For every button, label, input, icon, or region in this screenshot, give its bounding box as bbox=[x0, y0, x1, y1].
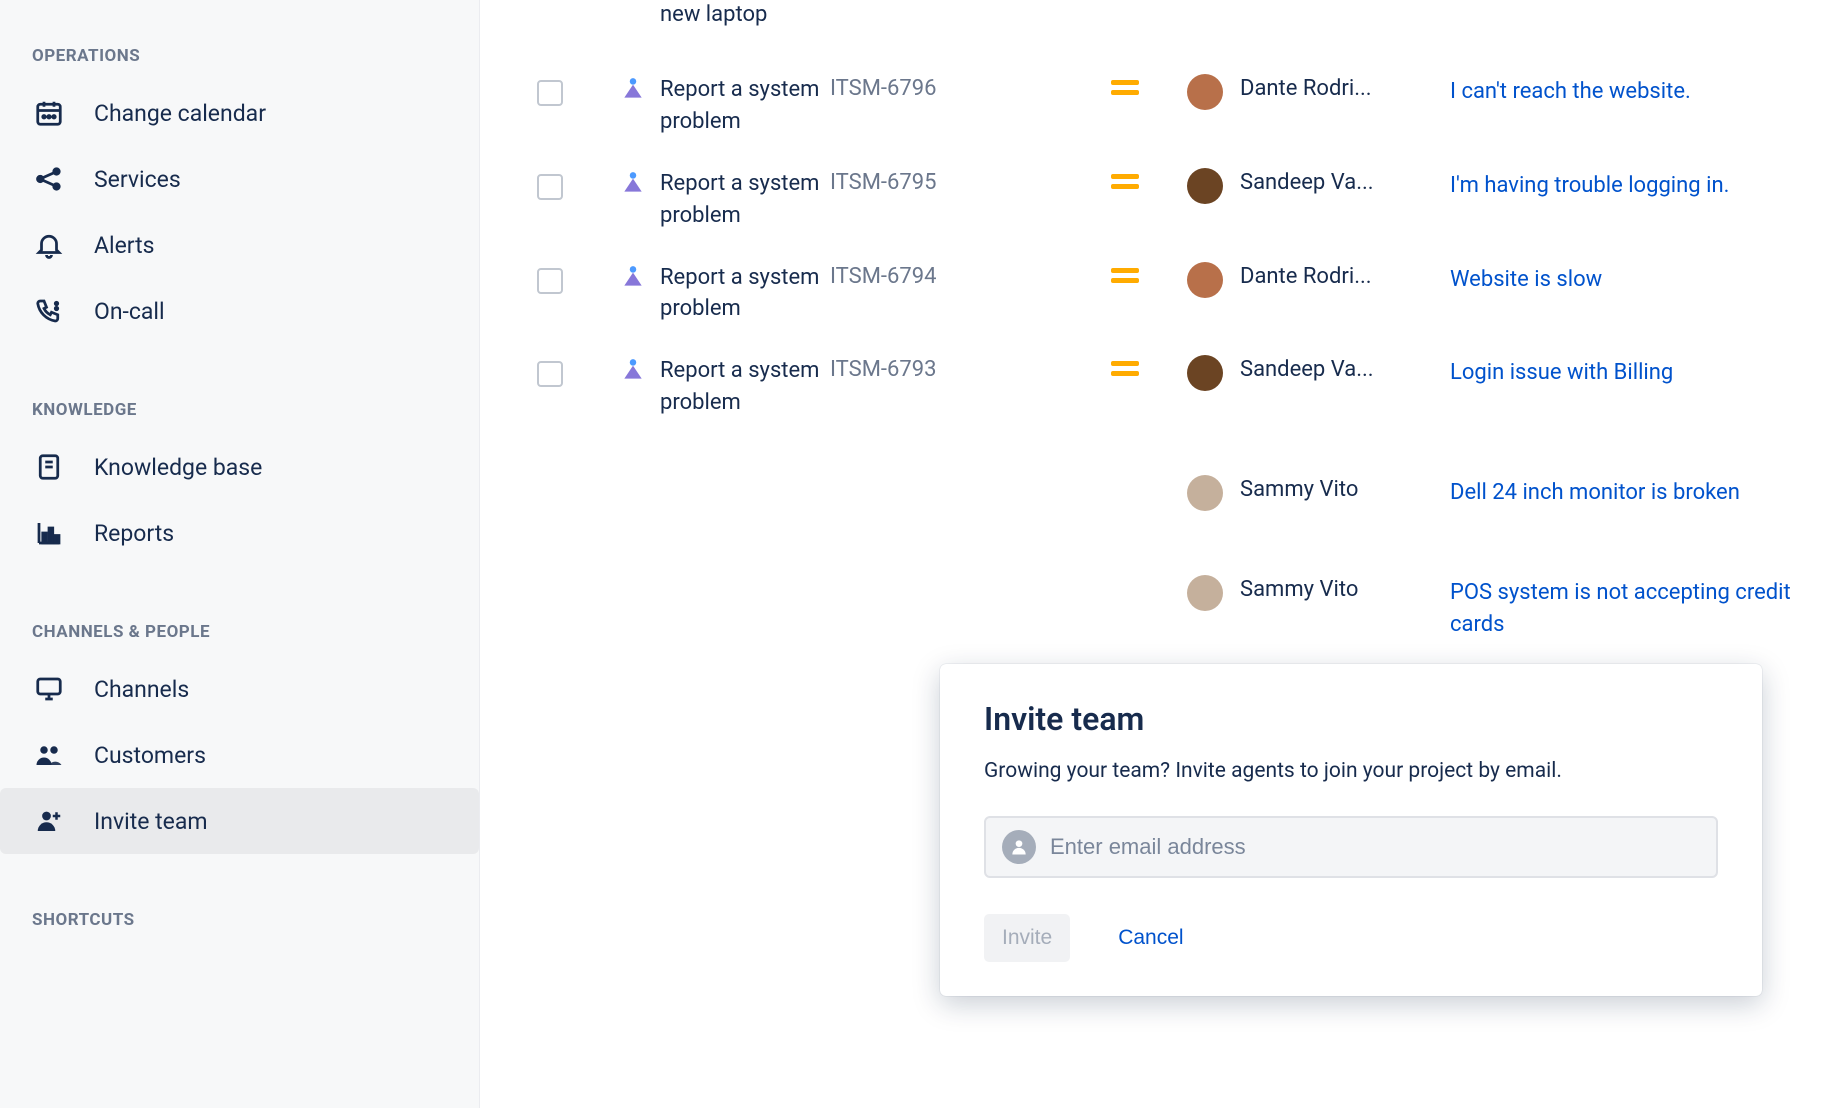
sidebar-item-label: Change calendar bbox=[94, 100, 266, 127]
sidebar-item-label: On-call bbox=[94, 298, 165, 325]
sidebar-item-customers[interactable]: Customers bbox=[0, 722, 479, 788]
book-icon bbox=[32, 450, 66, 484]
avatar bbox=[1187, 355, 1223, 391]
row-checkbox[interactable] bbox=[537, 361, 563, 387]
modal-title: Invite team bbox=[984, 700, 1718, 738]
main-content: new laptop Report a system problem ITSM-… bbox=[480, 0, 1844, 1108]
sidebar-item-services[interactable]: Services bbox=[0, 146, 479, 212]
avatar bbox=[1187, 168, 1223, 204]
table-row[interactable]: Sammy Vito POS system is not accepting c… bbox=[480, 527, 1844, 657]
sidebar-item-change-calendar[interactable]: Change calendar bbox=[0, 80, 479, 146]
request-type-label: Report a system problem bbox=[660, 74, 830, 138]
sidebar-item-label: Invite team bbox=[94, 808, 208, 835]
invite-button[interactable]: Invite bbox=[984, 914, 1070, 962]
reporter-name: Sandeep Va... bbox=[1240, 168, 1450, 195]
section-header-shortcuts: SHORTCUTS bbox=[0, 854, 479, 944]
reporter-name: Dante Rodri... bbox=[1240, 74, 1450, 101]
reporter-name: Sammy Vito bbox=[1240, 575, 1450, 602]
table-row[interactable]: Report a system problem ITSM-6794 Dante … bbox=[480, 248, 1844, 342]
issue-key[interactable]: ITSM-6795 bbox=[830, 168, 1080, 195]
email-input[interactable] bbox=[1050, 834, 1700, 860]
issue-summary-link[interactable]: POS system is not accepting credit cards bbox=[1450, 580, 1791, 637]
reporter-name: Dante Rodri... bbox=[1240, 262, 1450, 289]
reporter-name: Sammy Vito bbox=[1240, 475, 1450, 502]
cancel-button[interactable]: Cancel bbox=[1100, 914, 1201, 962]
avatar bbox=[1187, 262, 1223, 298]
email-input-container[interactable] bbox=[984, 816, 1718, 878]
request-type-icon bbox=[620, 170, 646, 196]
priority-medium-icon bbox=[1111, 172, 1139, 190]
person-plus-icon bbox=[32, 804, 66, 838]
issue-summary-link[interactable]: Dell 24 inch monitor is broken bbox=[1450, 480, 1740, 505]
issue-summary-link[interactable]: Website is slow bbox=[1450, 267, 1602, 292]
sidebar-item-channels[interactable]: Channels bbox=[0, 656, 479, 722]
request-type-label: Report a system problem bbox=[660, 355, 830, 419]
avatar bbox=[1187, 74, 1223, 110]
sidebar-item-invite-team[interactable]: Invite team bbox=[0, 788, 479, 854]
sidebar-item-on-call[interactable]: On-call bbox=[0, 278, 479, 344]
modal-description: Growing your team? Invite agents to join… bbox=[984, 756, 1718, 788]
table-row: new laptop bbox=[480, 0, 1844, 60]
priority-medium-icon bbox=[1111, 359, 1139, 377]
request-type-label: new laptop bbox=[660, 0, 767, 31]
invite-team-modal: Invite team Growing your team? Invite ag… bbox=[940, 664, 1762, 996]
sidebar-item-alerts[interactable]: Alerts bbox=[0, 212, 479, 278]
people-icon bbox=[32, 738, 66, 772]
bar-chart-icon bbox=[32, 516, 66, 550]
request-type-label: Report a system problem bbox=[660, 168, 830, 232]
table-row[interactable]: Sammy Vito Dell 24 inch monitor is broke… bbox=[480, 435, 1844, 527]
avatar bbox=[1187, 475, 1223, 511]
priority-medium-icon bbox=[1111, 78, 1139, 96]
section-header-channels-people: CHANNELS & PEOPLE bbox=[0, 566, 479, 656]
sidebar-item-reports[interactable]: Reports bbox=[0, 500, 479, 566]
sidebar-item-label: Alerts bbox=[94, 232, 155, 259]
issue-key[interactable]: ITSM-6796 bbox=[830, 74, 1080, 101]
table-row[interactable]: Report a system problem ITSM-6793 Sandee… bbox=[480, 341, 1844, 435]
reporter-name: Sandeep Va... bbox=[1240, 355, 1450, 382]
sidebar: OPERATIONS Change calendar Services Aler… bbox=[0, 0, 480, 1108]
table-row[interactable]: Report a system problem ITSM-6796 Dante … bbox=[480, 60, 1844, 154]
table-row[interactable]: Report a system problem ITSM-6795 Sandee… bbox=[480, 154, 1844, 248]
sidebar-item-label: Knowledge base bbox=[94, 454, 262, 481]
issue-summary-link[interactable]: I'm having trouble logging in. bbox=[1450, 173, 1729, 198]
avatar bbox=[1187, 575, 1223, 611]
sidebar-item-label: Channels bbox=[94, 676, 189, 703]
issues-table: new laptop Report a system problem ITSM-… bbox=[480, 0, 1844, 757]
issue-summary-link[interactable]: Login issue with Billing bbox=[1450, 360, 1673, 385]
bell-icon bbox=[32, 228, 66, 262]
monitor-icon bbox=[32, 672, 66, 706]
sidebar-item-label: Customers bbox=[94, 742, 206, 769]
sidebar-item-label: Services bbox=[94, 166, 181, 193]
request-type-label: Report a system problem bbox=[660, 262, 830, 326]
request-type-icon bbox=[620, 76, 646, 102]
services-icon bbox=[32, 162, 66, 196]
person-icon bbox=[1002, 830, 1036, 864]
calendar-icon bbox=[32, 96, 66, 130]
row-checkbox[interactable] bbox=[537, 80, 563, 106]
sidebar-item-knowledge-base[interactable]: Knowledge base bbox=[0, 434, 479, 500]
sidebar-item-label: Reports bbox=[94, 520, 174, 547]
issue-key[interactable]: ITSM-6793 bbox=[830, 355, 1080, 382]
section-header-knowledge: KNOWLEDGE bbox=[0, 344, 479, 434]
issue-summary-link[interactable]: I can't reach the website. bbox=[1450, 79, 1691, 104]
phone-icon bbox=[32, 294, 66, 328]
priority-medium-icon bbox=[1111, 266, 1139, 284]
request-type-icon bbox=[620, 357, 646, 383]
row-checkbox[interactable] bbox=[537, 268, 563, 294]
issue-key[interactable]: ITSM-6794 bbox=[830, 262, 1080, 289]
section-header-operations: OPERATIONS bbox=[0, 0, 479, 80]
request-type-icon bbox=[620, 264, 646, 290]
row-checkbox[interactable] bbox=[537, 174, 563, 200]
